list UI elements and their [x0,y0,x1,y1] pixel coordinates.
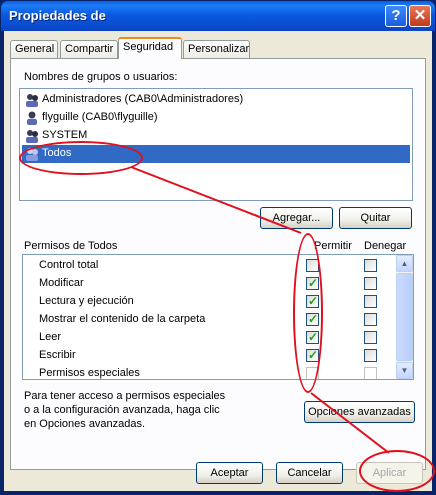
group-icon [26,94,38,107]
annotation-oval-permitir [293,233,323,393]
tab-personalizar[interactable]: Personalizar [183,40,250,58]
table-row: Mostrar el contenido de la carpeta ✓ [23,311,393,329]
table-row: Control total [23,257,393,275]
dialog-client: General Compartir Seguridad Personalizar… [4,31,432,491]
scroll-up-icon[interactable]: ▲ [396,255,413,272]
tab-compartir[interactable]: Compartir [60,40,118,58]
add-button[interactable]: Agregar... [260,207,333,229]
advanced-hint-line-3: en Opciones avanzadas. [24,418,146,430]
list-item[interactable]: flyguille (CAB0\flyguille) [22,109,410,127]
group-icon [26,130,38,143]
annotation-oval-aplicar [359,450,435,492]
deny-checkbox[interactable] [364,277,377,290]
allow-column-header: Permitir [314,240,352,252]
deny-checkbox[interactable] [364,313,377,326]
ok-button[interactable]: Aceptar [196,462,263,484]
tab-general[interactable]: General [10,40,58,58]
table-row: Leer ✓ [23,329,393,347]
cancel-button[interactable]: Cancelar [276,462,343,484]
deny-checkbox[interactable] [364,349,377,362]
permissions-label: Permisos de Todos [24,240,118,252]
advanced-hint-line-1: Para tener acceso a permisos especiales [24,390,226,402]
deny-checkbox [364,367,377,379]
properties-window: Propiedades de ? ✕ General Compartir Seg… [0,0,436,494]
users-label: Nombres de grupos o usuarios: [24,71,178,83]
advanced-hint-line-2: o a la configuración avanzada, haga clic [24,404,220,416]
advanced-options-button[interactable]: Opciones avanzadas [304,401,415,423]
table-row: Lectura y ejecución ✓ [23,293,393,311]
permissions-scrollbar[interactable]: ▲ ▼ [396,255,413,379]
tab-seguridad[interactable]: Seguridad [118,37,182,59]
scroll-thumb[interactable] [396,273,413,361]
deny-column-header: Denegar [364,240,407,252]
table-row: Permisos especiales [23,365,393,379]
deny-checkbox[interactable] [364,259,377,272]
list-item[interactable]: Administradores (CAB0\Administradores) [22,91,410,109]
table-row: Modificar ✓ [23,275,393,293]
permissions-table[interactable]: Control total Modificar ✓ Lectura y ejec… [22,254,414,380]
user-icon [27,111,37,125]
table-row: Escribir ✓ [23,347,393,365]
window-title: Propiedades de [9,8,106,23]
remove-button[interactable]: Quitar [339,207,412,229]
title-bar[interactable]: Propiedades de ? ✕ [1,1,435,31]
scroll-down-icon[interactable]: ▼ [396,362,413,379]
close-button[interactable]: ✕ [409,5,431,27]
deny-checkbox[interactable] [364,295,377,308]
help-button[interactable]: ? [385,5,407,27]
annotation-oval-todos [19,141,143,175]
deny-checkbox[interactable] [364,331,377,344]
